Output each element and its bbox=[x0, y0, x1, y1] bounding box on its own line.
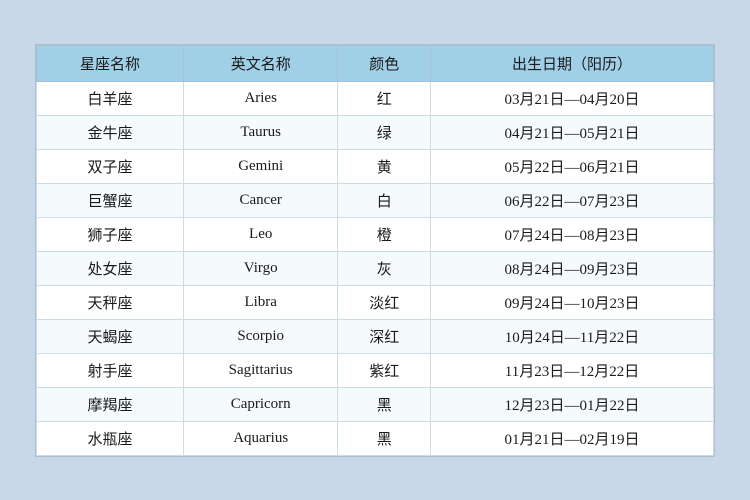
cell-r1-c2: 绿 bbox=[338, 115, 431, 149]
cell-r1-c3: 04月21日—05月21日 bbox=[430, 115, 713, 149]
cell-r6-c0: 天秤座 bbox=[37, 285, 184, 319]
cell-r0-c1: Aries bbox=[183, 81, 337, 115]
cell-r2-c1: Gemini bbox=[183, 149, 337, 183]
zodiac-table-container: 星座名称英文名称颜色出生日期（阳历） 白羊座Aries红03月21日—04月20… bbox=[35, 44, 715, 457]
cell-r5-c0: 处女座 bbox=[37, 251, 184, 285]
cell-r8-c1: Sagittarius bbox=[183, 353, 337, 387]
cell-r4-c2: 橙 bbox=[338, 217, 431, 251]
table-row: 狮子座Leo橙07月24日—08月23日 bbox=[37, 217, 714, 251]
table-row: 处女座Virgo灰08月24日—09月23日 bbox=[37, 251, 714, 285]
cell-r7-c3: 10月24日—11月22日 bbox=[430, 319, 713, 353]
table-row: 天蝎座Scorpio深红10月24日—11月22日 bbox=[37, 319, 714, 353]
table-row: 双子座Gemini黄05月22日—06月21日 bbox=[37, 149, 714, 183]
header-col-1: 英文名称 bbox=[183, 45, 337, 81]
cell-r9-c0: 摩羯座 bbox=[37, 387, 184, 421]
cell-r0-c2: 红 bbox=[338, 81, 431, 115]
cell-r4-c1: Leo bbox=[183, 217, 337, 251]
cell-r7-c1: Scorpio bbox=[183, 319, 337, 353]
table-row: 金牛座Taurus绿04月21日—05月21日 bbox=[37, 115, 714, 149]
table-row: 天秤座Libra淡红09月24日—10月23日 bbox=[37, 285, 714, 319]
cell-r9-c2: 黑 bbox=[338, 387, 431, 421]
cell-r6-c1: Libra bbox=[183, 285, 337, 319]
cell-r9-c3: 12月23日—01月22日 bbox=[430, 387, 713, 421]
cell-r1-c0: 金牛座 bbox=[37, 115, 184, 149]
cell-r5-c3: 08月24日—09月23日 bbox=[430, 251, 713, 285]
table-row: 巨蟹座Cancer白06月22日—07月23日 bbox=[37, 183, 714, 217]
cell-r8-c3: 11月23日—12月22日 bbox=[430, 353, 713, 387]
cell-r3-c0: 巨蟹座 bbox=[37, 183, 184, 217]
cell-r7-c0: 天蝎座 bbox=[37, 319, 184, 353]
cell-r1-c1: Taurus bbox=[183, 115, 337, 149]
cell-r0-c0: 白羊座 bbox=[37, 81, 184, 115]
table-row: 射手座Sagittarius紫红11月23日—12月22日 bbox=[37, 353, 714, 387]
header-col-0: 星座名称 bbox=[37, 45, 184, 81]
cell-r0-c3: 03月21日—04月20日 bbox=[430, 81, 713, 115]
table-header-row: 星座名称英文名称颜色出生日期（阳历） bbox=[37, 45, 714, 81]
cell-r7-c2: 深红 bbox=[338, 319, 431, 353]
cell-r10-c3: 01月21日—02月19日 bbox=[430, 421, 713, 455]
cell-r9-c1: Capricorn bbox=[183, 387, 337, 421]
cell-r2-c2: 黄 bbox=[338, 149, 431, 183]
cell-r8-c0: 射手座 bbox=[37, 353, 184, 387]
cell-r3-c2: 白 bbox=[338, 183, 431, 217]
cell-r3-c3: 06月22日—07月23日 bbox=[430, 183, 713, 217]
cell-r10-c0: 水瓶座 bbox=[37, 421, 184, 455]
cell-r4-c0: 狮子座 bbox=[37, 217, 184, 251]
cell-r2-c0: 双子座 bbox=[37, 149, 184, 183]
table-row: 摩羯座Capricorn黑12月23日—01月22日 bbox=[37, 387, 714, 421]
cell-r6-c2: 淡红 bbox=[338, 285, 431, 319]
cell-r10-c2: 黑 bbox=[338, 421, 431, 455]
cell-r8-c2: 紫红 bbox=[338, 353, 431, 387]
cell-r6-c3: 09月24日—10月23日 bbox=[430, 285, 713, 319]
table-row: 白羊座Aries红03月21日—04月20日 bbox=[37, 81, 714, 115]
table-row: 水瓶座Aquarius黑01月21日—02月19日 bbox=[37, 421, 714, 455]
header-col-2: 颜色 bbox=[338, 45, 431, 81]
cell-r5-c2: 灰 bbox=[338, 251, 431, 285]
header-col-3: 出生日期（阳历） bbox=[430, 45, 713, 81]
zodiac-table: 星座名称英文名称颜色出生日期（阳历） 白羊座Aries红03月21日—04月20… bbox=[36, 45, 714, 456]
cell-r3-c1: Cancer bbox=[183, 183, 337, 217]
cell-r2-c3: 05月22日—06月21日 bbox=[430, 149, 713, 183]
cell-r4-c3: 07月24日—08月23日 bbox=[430, 217, 713, 251]
cell-r10-c1: Aquarius bbox=[183, 421, 337, 455]
table-body: 白羊座Aries红03月21日—04月20日金牛座Taurus绿04月21日—0… bbox=[37, 81, 714, 455]
cell-r5-c1: Virgo bbox=[183, 251, 337, 285]
